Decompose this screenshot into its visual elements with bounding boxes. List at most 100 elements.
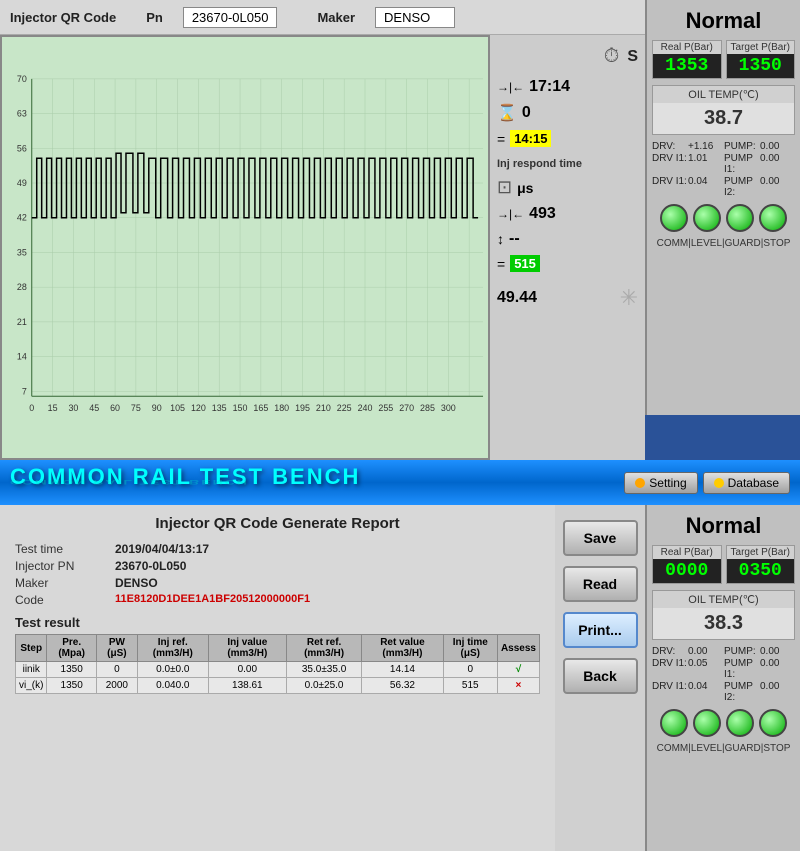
drv2-value: 0.04 — [688, 176, 723, 198]
bottom-guard-indicator — [726, 709, 754, 737]
bottom-pump-value: 0.00 — [760, 646, 795, 657]
svg-text:35: 35 — [17, 247, 27, 257]
pump2-label: PUMP I2: — [724, 176, 759, 198]
pressure-row: Real P(Bar) 1353 Target P(Bar) 1350 — [652, 40, 795, 79]
side-buttons: Save Read Print... Back — [555, 505, 645, 851]
equals-icon: = — [497, 131, 505, 147]
table-cell: 0 — [96, 662, 137, 678]
table-cell: 0.0±25.0 — [286, 678, 361, 694]
table-cell: 0 — [443, 662, 497, 678]
comm-indicator — [660, 204, 688, 232]
save-button[interactable]: Save — [563, 520, 638, 556]
svg-text:180: 180 — [274, 403, 289, 413]
bottom-pump1-label: PUMP I1: — [724, 658, 759, 680]
bottom-target-p-value: 0350 — [727, 559, 795, 583]
mu-row: ⊡ μs — [495, 175, 640, 200]
bottom-pump1-value: 0.00 — [760, 658, 795, 680]
bottom-target-pressure-box: Target P(Bar) 0350 — [726, 545, 796, 584]
bottom-guard-label: GUARD — [725, 743, 761, 754]
respond-value: 493 — [529, 205, 556, 223]
bottom-normal-label: Normal — [686, 513, 762, 539]
svg-text:30: 30 — [68, 403, 78, 413]
bottom-database-dot-icon — [714, 478, 724, 488]
injector-pn-row: Injector PN 23670-0L050 — [15, 559, 540, 573]
bottom-value-row: 49.44 ✳ — [495, 277, 640, 313]
bottom-main: Injector QR Code Generate Report Test ti… — [0, 505, 800, 851]
oil-temp-box: OIL TEMP(℃) 38.7 — [652, 85, 795, 135]
svg-text:63: 63 — [17, 109, 27, 119]
s-label: S — [627, 48, 638, 66]
svg-text:70: 70 — [17, 74, 27, 84]
bottom-drv-pump-grid: DRV: 0.00 PUMP: 0.00 DRV I1: 0.05 PUMP I… — [652, 646, 795, 703]
count-row: ⌛ 0 — [495, 101, 640, 125]
bottom-setting-button[interactable]: Setting — [624, 472, 697, 494]
test-time-val: 2019/04/04/13:17 — [115, 542, 209, 556]
read-button[interactable]: Read — [563, 566, 638, 602]
col-pw: PW (μS) — [96, 635, 137, 662]
bottom-real-pressure-box: Real P(Bar) 0000 — [652, 545, 722, 584]
inj-icon: ⊡ — [497, 177, 512, 198]
time-row: →|← 17:14 — [495, 76, 640, 98]
respond-row: →|← 493 — [495, 203, 640, 225]
table-cell: 14.14 — [362, 662, 443, 678]
green-row: = 515 — [495, 253, 640, 274]
maker-val: DENSO — [115, 576, 158, 590]
bottom-database-label: Database — [728, 476, 779, 490]
top-section: COMMON RAIL TEST BENCH COMMON RAIL TEST … — [0, 0, 800, 460]
spinner-icon: ✳ — [620, 285, 638, 311]
bottom-drv-value: 0.00 — [688, 646, 723, 657]
green-value: 515 — [510, 255, 540, 272]
bottom-setting-label: Setting — [649, 476, 686, 490]
table-cell: 56.32 — [362, 678, 443, 694]
down-icon: ↕ — [497, 231, 504, 247]
time-value: 17:14 — [529, 78, 570, 96]
bottom-comm-label: COMM — [657, 743, 689, 754]
svg-text:165: 165 — [253, 403, 268, 413]
bottom-header-bar: COMMON RAIL TEST BENCH COMMON RAIL TEST … — [0, 460, 800, 505]
col-ret-val: Ret value (mm3/H) — [362, 635, 443, 662]
hourglass-icon: ⌛ — [497, 103, 517, 123]
pump2-value: 0.00 — [760, 176, 795, 198]
chart-svg: 70 63 56 49 42 35 28 21 14 7 0 15 30 45 … — [2, 37, 488, 458]
svg-text:49: 49 — [17, 178, 27, 188]
table-cell: 0.0±0.0 — [137, 662, 208, 678]
target-p-label: Target P(Bar) — [727, 41, 795, 54]
pump1-label: PUMP I1: — [724, 153, 759, 175]
svg-text:195: 195 — [295, 403, 310, 413]
bottom-indicator-row — [660, 709, 787, 737]
svg-text:28: 28 — [17, 282, 27, 292]
svg-text:0: 0 — [29, 403, 34, 413]
real-pressure-box: Real P(Bar) 1353 — [652, 40, 722, 79]
bottom-pump-label: PUMP: — [724, 646, 759, 657]
bottom-value: 49.44 — [497, 289, 537, 307]
table-cell: 35.0±35.0 — [286, 662, 361, 678]
print-button[interactable]: Print... — [563, 612, 638, 648]
dash-value: -- — [509, 230, 520, 248]
svg-text:90: 90 — [152, 403, 162, 413]
col-inj-ref: Inj ref. (mm3/H) — [137, 635, 208, 662]
bottom-header-wrap: COMMON RAIL TEST BENCH COMMON RAIL TEST … — [10, 464, 360, 502]
svg-text:105: 105 — [170, 403, 185, 413]
back-button[interactable]: Back — [563, 658, 638, 694]
bottom-drv1-label: DRV I1: — [652, 658, 687, 680]
equals-icon2: = — [497, 256, 505, 272]
svg-text:270: 270 — [399, 403, 414, 413]
col-ret-ref: Ret ref. (mm3/H) — [286, 635, 361, 662]
table-row: iinik135000.0±0.00.0035.0±35.014.140√ — [16, 662, 540, 678]
bottom-status-panel: Normal Real P(Bar) 0000 Target P(Bar) 03… — [645, 505, 800, 851]
bottom-database-button[interactable]: Database — [703, 472, 790, 494]
svg-text:120: 120 — [191, 403, 206, 413]
bottom-oil-temp-box: OIL TEMP(℃) 38.3 — [652, 590, 795, 640]
bottom-oil-temp-value: 38.3 — [653, 608, 794, 639]
test-time-key: Test time — [15, 542, 105, 556]
bottom-pump2-value: 0.00 — [760, 681, 795, 703]
pump1-value: 0.00 — [760, 153, 795, 175]
svg-text:45: 45 — [89, 403, 99, 413]
comm-guard-row: COMM | LEVEL | GUARD | STOP — [657, 238, 791, 249]
bottom-comm-guard-row: COMM | LEVEL | GUARD | STOP — [657, 743, 791, 754]
test-result-title: Test result — [15, 615, 540, 630]
injector-pn-key: Injector PN — [15, 559, 105, 573]
top-normal-label: Normal — [686, 8, 762, 34]
code-key: Code — [15, 593, 105, 607]
oil-temp-label: OIL TEMP(℃) — [653, 86, 794, 103]
